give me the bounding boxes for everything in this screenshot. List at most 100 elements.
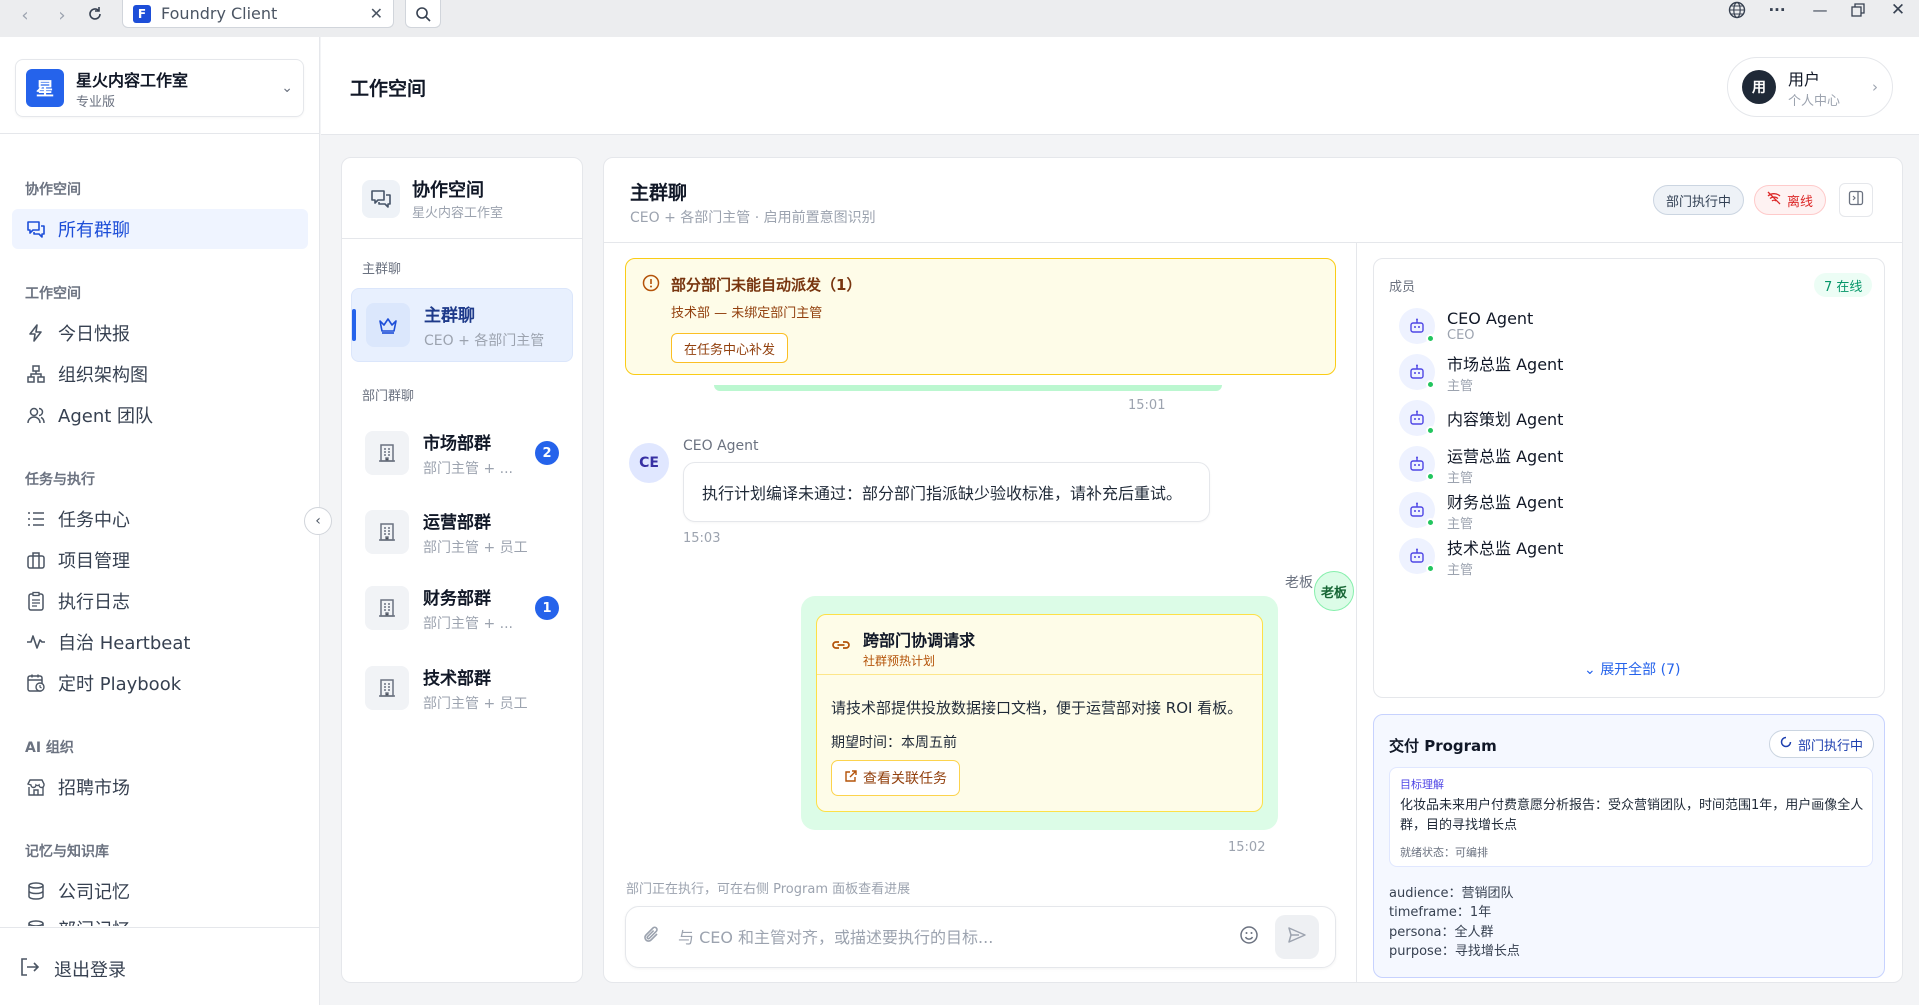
panel-subtitle: 星火内容工作室 [412, 206, 504, 221]
member-item[interactable]: 技术总监 Agent 主管 [1399, 534, 1563, 578]
section-label: 记忆与知识库 [25, 844, 109, 860]
unread-badge: 1 [535, 596, 559, 620]
sidebar-item-label: 所有群聊 [58, 220, 130, 241]
members-panel: 成员 7 在线 CEO Agent CEO 市场总监 Agent 主管 内容策划 A… [1373, 258, 1885, 698]
section-label: 部门群聊 [362, 389, 415, 404]
conversation-item-finance[interactable]: 财务部群 部门主管 + ... 1 [351, 571, 573, 645]
send-button[interactable] [1275, 915, 1319, 959]
building-icon [365, 510, 409, 554]
sidebar-item-label: 公司记忆 [58, 882, 130, 903]
sidebar-item-projects[interactable]: 项目管理 [12, 540, 308, 580]
member-item[interactable]: 财务总监 Agent 主管 [1399, 488, 1563, 532]
bolt-icon [26, 323, 46, 343]
emoji-icon[interactable] [1239, 925, 1259, 949]
sidebar-item-label: 任务中心 [58, 510, 130, 531]
message-composer [625, 906, 1336, 968]
sidebar-item-dept-memory-row: 部门记忆 [12, 912, 308, 926]
user-menu[interactable]: 用 用户 个人中心 › [1727, 57, 1893, 117]
sidebar-item-playbook[interactable]: 定时 Playbook [12, 663, 308, 703]
conversation-item-operations[interactable]: 运营部群 部门主管 + 员工 [351, 495, 573, 569]
forward-icon[interactable]: › [47, 0, 77, 30]
expand-all-members-link[interactable]: ⌄ 展开全部 (7) [1584, 659, 1680, 679]
section-label: 协作空间 [25, 182, 81, 198]
sidebar-item-all-chats[interactable]: 所有群聊 [12, 209, 308, 249]
card-subtitle: 社群预热计划 [863, 654, 936, 668]
back-icon[interactable]: ‹ [10, 0, 40, 30]
member-item[interactable]: 运营总监 Agent 主管 [1399, 442, 1563, 486]
reload-icon[interactable] [80, 0, 110, 29]
card-expected-time: 期望时间：本周五前 [831, 735, 957, 751]
conversation-subtitle: 部门主管 + 员工 [423, 539, 528, 556]
conversation-item-tech[interactable]: 技术部群 部门主管 + 员工 [351, 651, 573, 725]
chat-icon [26, 219, 46, 239]
conversation-subtitle: 部门主管 + ... [423, 615, 513, 632]
sidebar-item-dept-memory[interactable]: 部门记忆 [12, 912, 308, 926]
sidebar-item-exec-log[interactable]: 执行日志 [12, 581, 308, 621]
conversation-item-main[interactable]: 主群聊 CEO + 各部门主管 [351, 288, 573, 362]
status-badge-offline: 离线 [1754, 185, 1827, 215]
page-title: 工作空间 [350, 78, 427, 100]
briefcase-icon [26, 550, 46, 570]
sidebar-item-agent-team[interactable]: Agent 团队 [12, 395, 308, 435]
message-bubble: 跨部门协调请求 社群预热计划 请技术部提供投放数据接口文档，便于运营部对接 RO… [801, 596, 1278, 830]
logout-button[interactable]: 退出登录 [18, 949, 126, 989]
chevron-right-icon: › [1872, 78, 1878, 96]
list-icon [26, 509, 46, 529]
search-icon[interactable] [405, 0, 441, 28]
browser-tab[interactable]: F Foundry Client ✕ [122, 0, 394, 28]
divider [0, 927, 320, 928]
panel-title: 协作空间 [412, 180, 484, 201]
sidebar-item-heartbeat[interactable]: 自治 Heartbeat [12, 622, 308, 662]
member-item[interactable]: 市场总监 Agent 主管 [1399, 350, 1563, 394]
sidebar-item-org-chart[interactable]: 组织架构图 [12, 354, 308, 394]
collapse-sidebar-button[interactable]: ‹ [304, 507, 332, 535]
member-role: 主管 [1447, 470, 1474, 486]
message-text: 执行计划编译未通过：部分部门指派缺少验收标准，请补充后重试。 [702, 484, 1183, 503]
message-input[interactable] [678, 927, 1223, 947]
member-role: CEO [1447, 328, 1475, 343]
org-switcher[interactable]: 星 星火内容工作室 专业版 ⌄ [15, 59, 304, 117]
member-item[interactable]: 内容策划 Agent [1399, 396, 1563, 440]
close-icon[interactable]: ✕ [370, 4, 383, 23]
coordination-request-card: 跨部门协调请求 社群预热计划 请技术部提供投放数据接口文档，便于运营部对接 RO… [816, 614, 1263, 812]
button-label: 查看关联任务 [863, 771, 947, 787]
reissue-in-task-center-button[interactable]: 在任务中心补发 [671, 333, 789, 363]
toggle-side-panel-button[interactable] [1839, 183, 1873, 217]
member-item[interactable]: CEO Agent CEO [1399, 304, 1533, 348]
sidebar-item-daily-brief[interactable]: 今日快报 [12, 313, 308, 353]
online-count-badge: 7 在线 [1814, 273, 1873, 297]
globe-icon[interactable] [1722, 0, 1752, 20]
chat-title: 主群聊 [630, 182, 688, 204]
attachment-icon[interactable] [642, 925, 662, 949]
unread-badge: 2 [535, 441, 559, 465]
online-indicator [1426, 564, 1435, 573]
conversation-name: 技术部群 [423, 668, 491, 689]
sidebar-item-task-center[interactable]: 任务中心 [12, 499, 308, 539]
conversation-item-marketing[interactable]: 市场部群 部门主管 + ... 2 [351, 416, 573, 490]
members-title: 成员 [1389, 280, 1416, 295]
org-logo: 星 [26, 69, 64, 107]
restore-icon[interactable] [1843, 0, 1873, 20]
execution-hint: 部门正在执行，可在右侧 Program 面板查看进展 [626, 882, 911, 897]
bot-icon [1399, 308, 1435, 344]
window-close-icon[interactable]: ✕ [1883, 0, 1913, 20]
tab-title: Foundry Client [161, 4, 278, 23]
minimize-icon[interactable]: — [1805, 0, 1835, 20]
message-sender: 老板 [1285, 575, 1313, 591]
page-header: 工作空间 用 用户 个人中心 › [321, 37, 1919, 135]
divider [342, 238, 582, 239]
message-time: 15:01 [1128, 398, 1166, 413]
bot-icon [1399, 354, 1435, 390]
bot-icon [1399, 400, 1435, 436]
sidebar-item-recruit-market[interactable]: 招聘市场 [12, 767, 308, 807]
view-related-task-button[interactable]: 查看关联任务 [831, 760, 960, 796]
conversation-list-panel: 协作空间 星火内容工作室 主群聊 主群聊 CEO + 各部门主管 部门群聊 市场… [341, 157, 583, 983]
conversation-subtitle: 部门主管 + 员工 [423, 695, 528, 712]
member-role: 主管 [1447, 378, 1474, 394]
chat-subtitle: CEO + 各部门主管 · 启用前置意图识别 [630, 210, 876, 226]
more-icon[interactable]: ··· [1762, 0, 1792, 20]
offline-label: 离线 [1787, 194, 1814, 210]
sidebar-item-company-memory[interactable]: 公司记忆 [12, 871, 308, 911]
status-badge-executing: 部门执行中 [1653, 185, 1745, 215]
database-icon [26, 881, 46, 901]
